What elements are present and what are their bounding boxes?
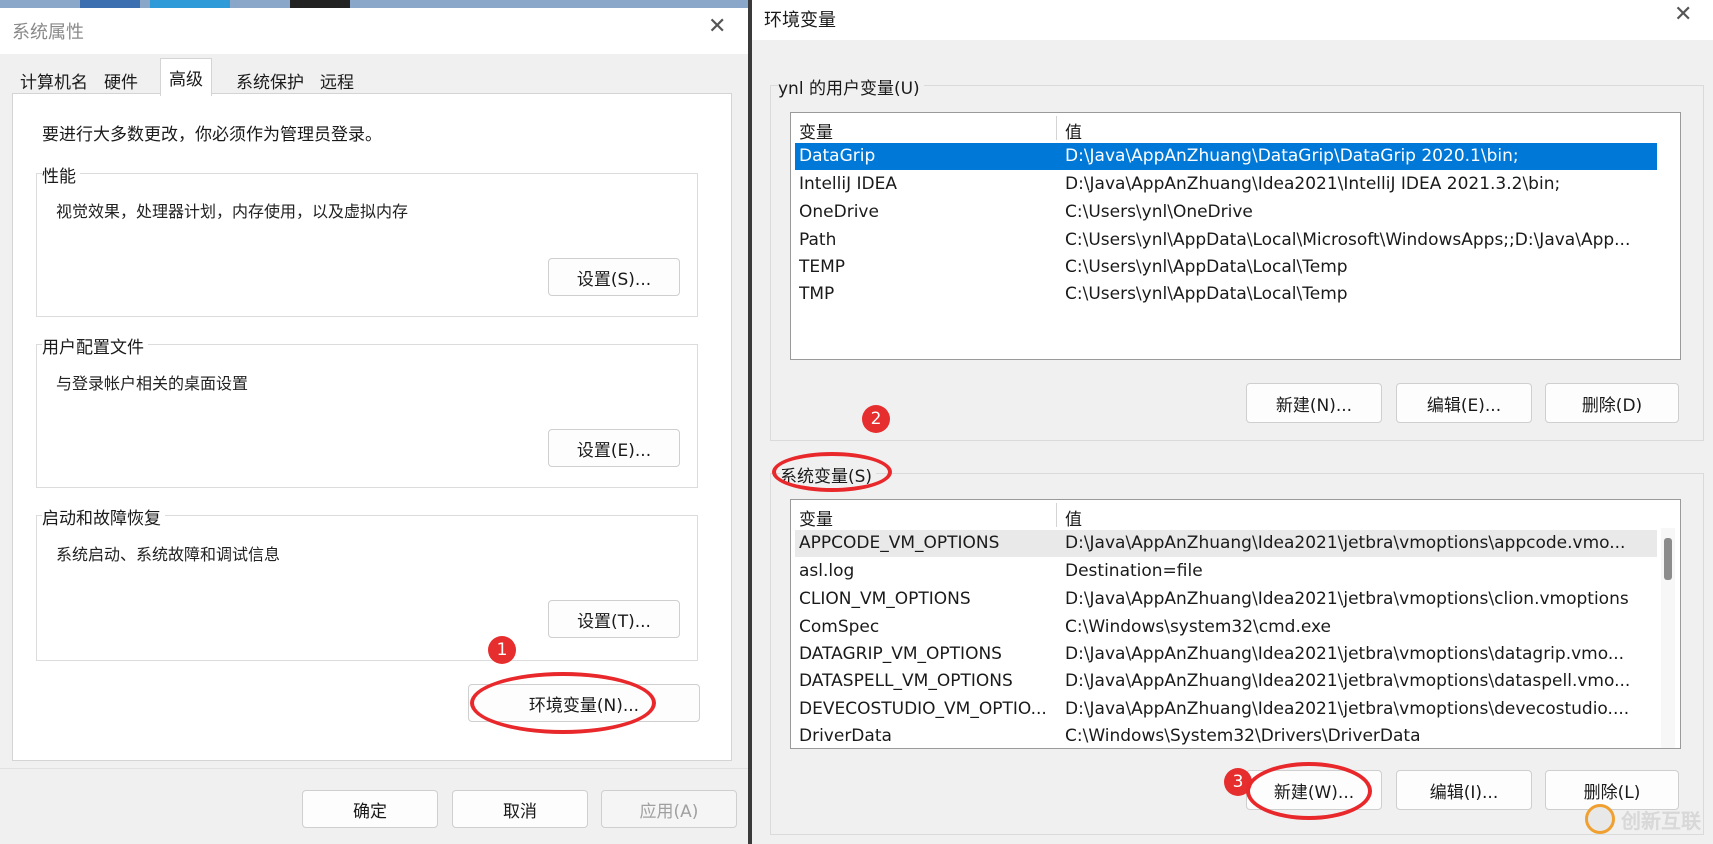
variable-value: D:\Java\AppAnZhuang\Idea2021\jetbra\vmop… <box>1065 671 1631 691</box>
variable-name: APPCODE_VM_OPTIONS <box>799 533 1000 553</box>
variable-value: C:\Users\ynl\AppData\Local\Temp <box>1065 257 1348 277</box>
startup-recovery-settings-button[interactable]: 设置(T)... <box>548 600 680 638</box>
performance-label: 性能 <box>42 162 80 187</box>
variable-name: ComSpec <box>799 617 880 637</box>
user-variables-label: ynl 的用户变量(U) <box>778 74 924 99</box>
watermark: 创新互联 <box>1585 804 1701 834</box>
tab-remote[interactable]: 远程 <box>312 62 362 94</box>
performance-settings-button[interactable]: 设置(S)... <box>548 258 680 296</box>
table-row[interactable]: DriverData C:\Windows\System32\Drivers\D… <box>795 723 1657 748</box>
table-row[interactable]: TEMP C:\Users\ynl\AppData\Local\Temp <box>795 254 1657 281</box>
variable-value: D:\Java\AppAnZhuang\DataGrip\DataGrip 20… <box>1065 146 1519 166</box>
admin-notice: 要进行大多数更改，你必须作为管理员登录。 <box>42 125 382 145</box>
column-header-value[interactable]: 值 <box>1065 118 1082 143</box>
table-row[interactable]: asl.log Destination=file <box>795 558 1657 585</box>
column-header-value[interactable]: 值 <box>1065 505 1082 530</box>
ok-button[interactable]: 确定 <box>302 790 438 828</box>
system-properties-titlebar: 系统属性 ✕ <box>0 8 748 54</box>
list-header: 变量 值 <box>791 500 1680 530</box>
variable-value: D:\Java\AppAnZhuang\Idea2021\jetbra\vmop… <box>1065 533 1626 553</box>
tab-hardware[interactable]: 硬件 <box>96 62 146 94</box>
user-edit-button[interactable]: 编辑(E)... <box>1396 383 1532 423</box>
system-edit-button[interactable]: 编辑(I)... <box>1396 770 1532 810</box>
column-header-variable[interactable]: 变量 <box>799 505 833 530</box>
variable-name: DEVECOSTUDIO_VM_OPTIO... <box>799 699 1047 719</box>
startup-recovery-desc: 系统启动、系统故障和调试信息 <box>56 545 281 564</box>
annotation-badge-1: 1 <box>488 636 516 664</box>
list-header: 变量 值 <box>791 113 1680 143</box>
user-delete-button[interactable]: 删除(D) <box>1545 383 1679 423</box>
watermark-logo-icon <box>1585 804 1615 834</box>
variable-name: CLION_VM_OPTIONS <box>799 589 971 609</box>
table-row[interactable]: DataGrip D:\Java\AppAnZhuang\DataGrip\Da… <box>795 143 1657 170</box>
variable-name: DriverData <box>799 726 892 746</box>
annotation-ring-1 <box>470 672 656 734</box>
scrollbar-thumb[interactable] <box>1664 538 1672 580</box>
table-row[interactable]: DEVECOSTUDIO_VM_OPTIO... D:\Java\AppAnZh… <box>795 696 1657 723</box>
variable-value: D:\Java\AppAnZhuang\Idea2021\jetbra\vmop… <box>1065 589 1629 609</box>
variable-value: C:\Users\ynl\AppData\Local\Microsoft\Win… <box>1065 230 1631 250</box>
cancel-button[interactable]: 取消 <box>452 790 588 828</box>
table-row[interactable]: OneDrive C:\Users\ynl\OneDrive <box>795 199 1657 226</box>
system-variables-list[interactable]: 变量 值 APPCODE_VM_OPTIONS D:\Java\AppAnZhu… <box>790 499 1681 749</box>
tab-advanced[interactable]: 高级 <box>160 58 212 96</box>
environment-variables-titlebar: 环境变量 ✕ <box>752 0 1713 40</box>
tab-system-protection[interactable]: 系统保护 <box>228 62 312 94</box>
user-profiles-label: 用户配置文件 <box>42 333 148 358</box>
variable-value: D:\Java\AppAnZhuang\Idea2021\jetbra\vmop… <box>1065 644 1625 664</box>
variable-name: DATAGRIP_VM_OPTIONS <box>799 644 1002 664</box>
variable-value: Destination=file <box>1065 561 1203 581</box>
system-list-scrollbar[interactable] <box>1661 528 1675 748</box>
tab-computer-name[interactable]: 计算机名 <box>12 62 96 94</box>
variable-name: asl.log <box>799 561 855 581</box>
table-row[interactable]: Path C:\Users\ynl\AppData\Local\Microsof… <box>795 227 1657 254</box>
variable-value: C:\Users\ynl\AppData\Local\Temp <box>1065 284 1348 304</box>
user-new-button[interactable]: 新建(N)... <box>1246 383 1382 423</box>
variable-value: C:\Windows\System32\Drivers\DriverData <box>1065 726 1421 746</box>
variable-name: Path <box>799 230 837 250</box>
annotation-badge-2: 2 <box>862 405 890 433</box>
watermark-text: 创新互联 <box>1621 808 1701 833</box>
table-row[interactable]: TMP C:\Users\ynl\AppData\Local\Temp <box>795 281 1657 308</box>
variable-name: OneDrive <box>799 202 879 222</box>
table-row[interactable]: DATAGRIP_VM_OPTIONS D:\Java\AppAnZhuang\… <box>795 641 1657 668</box>
desktop-strip <box>0 0 748 8</box>
table-row[interactable]: ComSpec C:\Windows\system32\cmd.exe <box>795 614 1657 641</box>
variable-value: C:\Windows\system32\cmd.exe <box>1065 617 1332 637</box>
user-profiles-desc: 与登录帐户相关的桌面设置 <box>56 374 249 393</box>
annotation-ring-2 <box>772 452 892 492</box>
close-icon[interactable]: ✕ <box>708 14 726 39</box>
user-profiles-settings-button[interactable]: 设置(E)... <box>548 429 680 467</box>
variable-name: TMP <box>799 284 835 304</box>
variable-name: DATASPELL_VM_OPTIONS <box>799 671 1013 691</box>
table-row[interactable]: CLION_VM_OPTIONS D:\Java\AppAnZhuang\Ide… <box>795 586 1657 613</box>
variable-value: D:\Java\AppAnZhuang\Idea2021\IntelliJ ID… <box>1065 174 1561 194</box>
window-title: 环境变量 <box>764 10 836 31</box>
startup-recovery-label: 启动和故障恢复 <box>42 504 165 529</box>
user-variables-list[interactable]: 变量 值 DataGrip D:\Java\AppAnZhuang\DataGr… <box>790 112 1681 360</box>
table-row[interactable]: APPCODE_VM_OPTIONS D:\Java\AppAnZhuang\I… <box>795 530 1657 557</box>
variable-name: IntelliJ IDEA <box>799 174 897 194</box>
variable-value: C:\Users\ynl\OneDrive <box>1065 202 1253 222</box>
annotation-ring-3 <box>1246 762 1372 820</box>
window-title: 系统属性 <box>12 22 84 43</box>
variable-name: TEMP <box>799 257 846 277</box>
performance-desc: 视觉效果，处理器计划，内存使用，以及虚拟内存 <box>56 202 409 221</box>
startup-recovery-group <box>36 515 698 661</box>
table-row[interactable]: IntelliJ IDEA D:\Java\AppAnZhuang\Idea20… <box>795 171 1657 198</box>
variable-value: D:\Java\AppAnZhuang\Idea2021\jetbra\vmop… <box>1065 699 1630 719</box>
apply-button: 应用(A) <box>601 790 737 828</box>
close-icon[interactable]: ✕ <box>1674 2 1692 27</box>
column-header-variable[interactable]: 变量 <box>799 118 833 143</box>
variable-name: DataGrip <box>799 146 876 166</box>
table-row[interactable]: DATASPELL_VM_OPTIONS D:\Java\AppAnZhuang… <box>795 668 1657 695</box>
